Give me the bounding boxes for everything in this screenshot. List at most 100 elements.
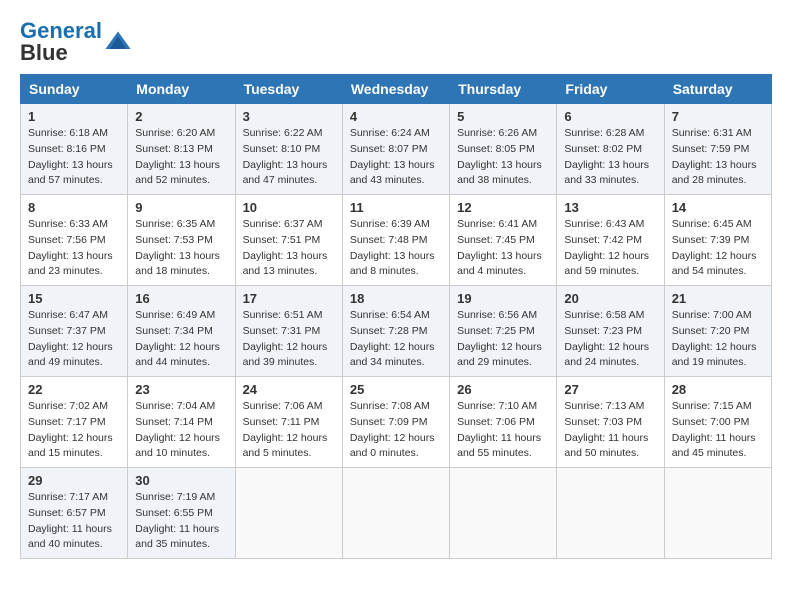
day-number: 26 (457, 382, 549, 397)
calendar-cell: 7 Sunrise: 6:31 AM Sunset: 7:59 PM Dayli… (664, 104, 771, 195)
calendar-cell: 4 Sunrise: 6:24 AM Sunset: 8:07 PM Dayli… (342, 104, 449, 195)
day-info: Sunrise: 7:04 AM Sunset: 7:14 PM Dayligh… (135, 399, 227, 462)
calendar-week-row: 8 Sunrise: 6:33 AM Sunset: 7:56 PM Dayli… (21, 195, 772, 286)
calendar-cell: 20 Sunrise: 6:58 AM Sunset: 7:23 PM Dayl… (557, 286, 664, 377)
day-number: 17 (243, 291, 335, 306)
calendar-week-row: 1 Sunrise: 6:18 AM Sunset: 8:16 PM Dayli… (21, 104, 772, 195)
calendar-cell: 16 Sunrise: 6:49 AM Sunset: 7:34 PM Dayl… (128, 286, 235, 377)
weekday-header-thursday: Thursday (450, 75, 557, 104)
calendar-cell: 12 Sunrise: 6:41 AM Sunset: 7:45 PM Dayl… (450, 195, 557, 286)
day-info: Sunrise: 7:06 AM Sunset: 7:11 PM Dayligh… (243, 399, 335, 462)
day-number: 4 (350, 109, 442, 124)
calendar-cell: 3 Sunrise: 6:22 AM Sunset: 8:10 PM Dayli… (235, 104, 342, 195)
day-number: 5 (457, 109, 549, 124)
logo-text: GeneralBlue (20, 20, 102, 64)
calendar-body: 1 Sunrise: 6:18 AM Sunset: 8:16 PM Dayli… (21, 104, 772, 559)
logo: GeneralBlue (20, 20, 132, 64)
calendar-cell: 8 Sunrise: 6:33 AM Sunset: 7:56 PM Dayli… (21, 195, 128, 286)
day-number: 19 (457, 291, 549, 306)
day-info: Sunrise: 6:54 AM Sunset: 7:28 PM Dayligh… (350, 308, 442, 371)
day-number: 10 (243, 200, 335, 215)
day-number: 30 (135, 473, 227, 488)
calendar-cell: 11 Sunrise: 6:39 AM Sunset: 7:48 PM Dayl… (342, 195, 449, 286)
day-number: 27 (564, 382, 656, 397)
day-info: Sunrise: 6:20 AM Sunset: 8:13 PM Dayligh… (135, 126, 227, 189)
day-info: Sunrise: 7:15 AM Sunset: 7:00 PM Dayligh… (672, 399, 764, 462)
day-number: 28 (672, 382, 764, 397)
calendar-cell: 18 Sunrise: 6:54 AM Sunset: 7:28 PM Dayl… (342, 286, 449, 377)
day-info: Sunrise: 6:41 AM Sunset: 7:45 PM Dayligh… (457, 217, 549, 280)
day-info: Sunrise: 6:37 AM Sunset: 7:51 PM Dayligh… (243, 217, 335, 280)
weekday-header-tuesday: Tuesday (235, 75, 342, 104)
day-info: Sunrise: 6:56 AM Sunset: 7:25 PM Dayligh… (457, 308, 549, 371)
day-number: 15 (28, 291, 120, 306)
day-number: 20 (564, 291, 656, 306)
page-header: GeneralBlue (20, 20, 772, 64)
calendar-cell: 22 Sunrise: 7:02 AM Sunset: 7:17 PM Dayl… (21, 377, 128, 468)
weekday-header-sunday: Sunday (21, 75, 128, 104)
day-number: 9 (135, 200, 227, 215)
day-info: Sunrise: 7:17 AM Sunset: 6:57 PM Dayligh… (28, 490, 120, 553)
day-info: Sunrise: 6:28 AM Sunset: 8:02 PM Dayligh… (564, 126, 656, 189)
day-number: 25 (350, 382, 442, 397)
calendar-cell: 1 Sunrise: 6:18 AM Sunset: 8:16 PM Dayli… (21, 104, 128, 195)
day-number: 21 (672, 291, 764, 306)
calendar-week-row: 29 Sunrise: 7:17 AM Sunset: 6:57 PM Dayl… (21, 468, 772, 559)
day-number: 8 (28, 200, 120, 215)
day-number: 14 (672, 200, 764, 215)
day-info: Sunrise: 6:39 AM Sunset: 7:48 PM Dayligh… (350, 217, 442, 280)
calendar-cell (557, 468, 664, 559)
day-info: Sunrise: 7:13 AM Sunset: 7:03 PM Dayligh… (564, 399, 656, 462)
day-info: Sunrise: 6:51 AM Sunset: 7:31 PM Dayligh… (243, 308, 335, 371)
weekday-header-wednesday: Wednesday (342, 75, 449, 104)
logo-icon (104, 28, 132, 56)
day-number: 22 (28, 382, 120, 397)
calendar-cell: 24 Sunrise: 7:06 AM Sunset: 7:11 PM Dayl… (235, 377, 342, 468)
weekday-header-monday: Monday (128, 75, 235, 104)
day-info: Sunrise: 6:35 AM Sunset: 7:53 PM Dayligh… (135, 217, 227, 280)
calendar-cell: 14 Sunrise: 6:45 AM Sunset: 7:39 PM Dayl… (664, 195, 771, 286)
calendar-cell: 19 Sunrise: 6:56 AM Sunset: 7:25 PM Dayl… (450, 286, 557, 377)
day-info: Sunrise: 6:49 AM Sunset: 7:34 PM Dayligh… (135, 308, 227, 371)
day-info: Sunrise: 6:26 AM Sunset: 8:05 PM Dayligh… (457, 126, 549, 189)
day-info: Sunrise: 6:47 AM Sunset: 7:37 PM Dayligh… (28, 308, 120, 371)
weekday-header-saturday: Saturday (664, 75, 771, 104)
day-number: 2 (135, 109, 227, 124)
day-number: 12 (457, 200, 549, 215)
day-info: Sunrise: 6:22 AM Sunset: 8:10 PM Dayligh… (243, 126, 335, 189)
calendar-cell: 10 Sunrise: 6:37 AM Sunset: 7:51 PM Dayl… (235, 195, 342, 286)
day-number: 23 (135, 382, 227, 397)
weekday-header-friday: Friday (557, 75, 664, 104)
day-number: 11 (350, 200, 442, 215)
day-number: 16 (135, 291, 227, 306)
day-number: 3 (243, 109, 335, 124)
day-number: 7 (672, 109, 764, 124)
calendar-cell: 2 Sunrise: 6:20 AM Sunset: 8:13 PM Dayli… (128, 104, 235, 195)
day-info: Sunrise: 6:33 AM Sunset: 7:56 PM Dayligh… (28, 217, 120, 280)
day-info: Sunrise: 7:00 AM Sunset: 7:20 PM Dayligh… (672, 308, 764, 371)
calendar-cell: 27 Sunrise: 7:13 AM Sunset: 7:03 PM Dayl… (557, 377, 664, 468)
day-number: 13 (564, 200, 656, 215)
day-info: Sunrise: 7:10 AM Sunset: 7:06 PM Dayligh… (457, 399, 549, 462)
calendar-cell: 5 Sunrise: 6:26 AM Sunset: 8:05 PM Dayli… (450, 104, 557, 195)
calendar-cell: 28 Sunrise: 7:15 AM Sunset: 7:00 PM Dayl… (664, 377, 771, 468)
day-info: Sunrise: 6:31 AM Sunset: 7:59 PM Dayligh… (672, 126, 764, 189)
calendar-cell (235, 468, 342, 559)
calendar-cell: 9 Sunrise: 6:35 AM Sunset: 7:53 PM Dayli… (128, 195, 235, 286)
day-number: 29 (28, 473, 120, 488)
calendar-cell: 15 Sunrise: 6:47 AM Sunset: 7:37 PM Dayl… (21, 286, 128, 377)
calendar-week-row: 22 Sunrise: 7:02 AM Sunset: 7:17 PM Dayl… (21, 377, 772, 468)
calendar-cell (342, 468, 449, 559)
calendar-table: SundayMondayTuesdayWednesdayThursdayFrid… (20, 74, 772, 559)
weekday-header-row: SundayMondayTuesdayWednesdayThursdayFrid… (21, 75, 772, 104)
calendar-cell: 25 Sunrise: 7:08 AM Sunset: 7:09 PM Dayl… (342, 377, 449, 468)
calendar-cell (664, 468, 771, 559)
calendar-cell: 17 Sunrise: 6:51 AM Sunset: 7:31 PM Dayl… (235, 286, 342, 377)
day-info: Sunrise: 6:24 AM Sunset: 8:07 PM Dayligh… (350, 126, 442, 189)
day-info: Sunrise: 7:08 AM Sunset: 7:09 PM Dayligh… (350, 399, 442, 462)
calendar-cell: 23 Sunrise: 7:04 AM Sunset: 7:14 PM Dayl… (128, 377, 235, 468)
day-info: Sunrise: 6:45 AM Sunset: 7:39 PM Dayligh… (672, 217, 764, 280)
calendar-week-row: 15 Sunrise: 6:47 AM Sunset: 7:37 PM Dayl… (21, 286, 772, 377)
day-info: Sunrise: 6:18 AM Sunset: 8:16 PM Dayligh… (28, 126, 120, 189)
day-info: Sunrise: 6:43 AM Sunset: 7:42 PM Dayligh… (564, 217, 656, 280)
